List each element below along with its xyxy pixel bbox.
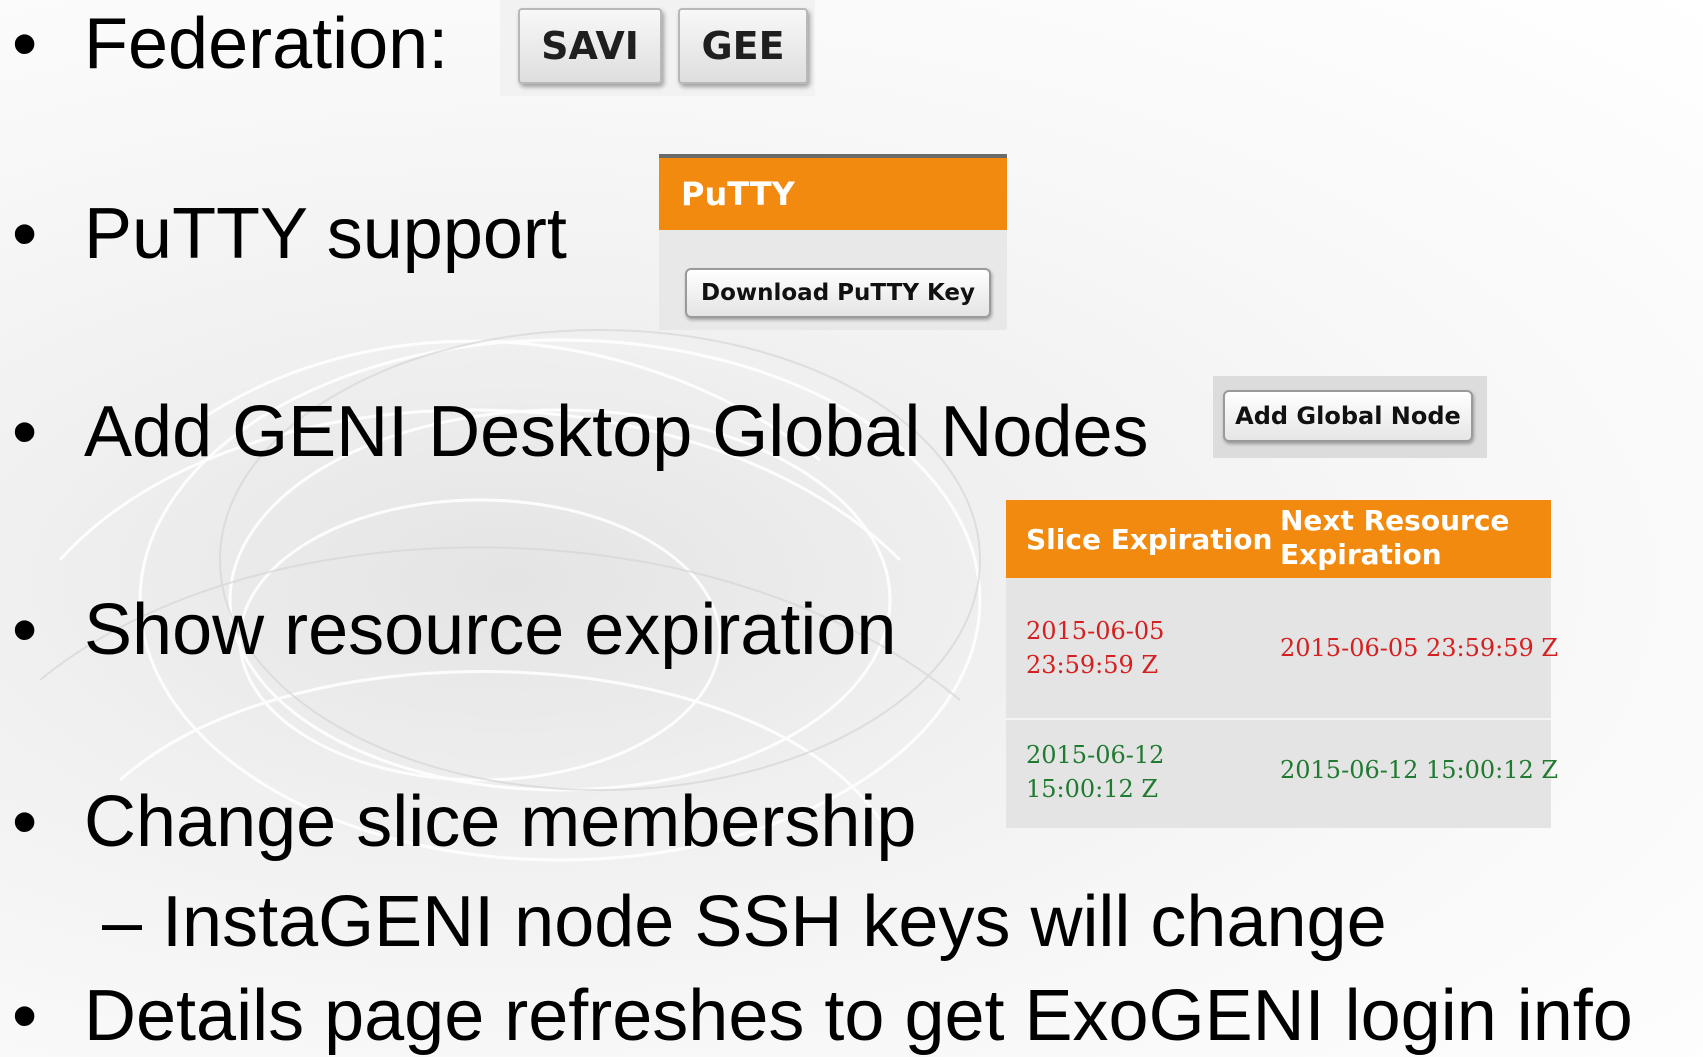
putty-panel-header: PuTTY (659, 154, 1007, 230)
bullet-text: Show resource expiration (84, 590, 897, 670)
bullet-glyph: • (12, 590, 38, 670)
bullet-glyph: • (12, 4, 38, 84)
putty-panel: PuTTY Download PuTTY Key (659, 154, 1007, 330)
bullet-membership: • Change slice membership (12, 786, 916, 858)
bullet-text: Change slice membership (84, 782, 917, 862)
savi-button[interactable]: SAVI (518, 8, 662, 84)
bullet-text: Details page refreshes to get ExoGENI lo… (84, 976, 1633, 1056)
slice-expiration-date: 2015-06-12 (1026, 741, 1165, 769)
bullet-text: Add GENI Desktop Global Nodes (84, 392, 1149, 472)
bullet-text: Federation: (84, 4, 449, 84)
bullet-putty: • PuTTY support (12, 198, 567, 270)
table-row: 2015-06-05 23:59:59 Z 2015-06-05 23:59:5… (1006, 580, 1558, 720)
next-resource-expiration-header: Next Resource Expiration (1280, 504, 1510, 571)
federation-button-group: SAVI GEE (500, 0, 815, 96)
slice-expiration-date: 2015-06-05 (1026, 617, 1165, 645)
bullet-details: • Details page refreshes to get ExoGENI l… (12, 980, 1633, 1052)
bullet-glyph: • (12, 976, 38, 1056)
download-putty-key-button[interactable]: Download PuTTY Key (685, 268, 991, 318)
slice-expiration-cell: 2015-06-12 15:00:12 Z (1026, 738, 1226, 806)
bullet-glyph: • (12, 782, 38, 862)
slice-expiration-time: 15:00:12 Z (1026, 775, 1159, 803)
bullet-glyph: • (12, 194, 38, 274)
bullet-expiration: • Show resource expiration (12, 594, 896, 666)
add-global-node-button[interactable]: Add Global Node (1223, 390, 1473, 442)
expiration-table: Slice Expiration Next Resource Expiratio… (1006, 500, 1558, 828)
slice-expiration-cell: 2015-06-05 23:59:59 Z (1026, 614, 1226, 682)
bullet-glyph: • (12, 392, 38, 472)
table-row: 2015-06-12 15:00:12 Z 2015-06-12 15:00:1… (1006, 720, 1558, 828)
global-node-toolbar: Add Global Node (1213, 376, 1487, 458)
resource-expiration-cell: 2015-06-12 15:00:12 Z (1280, 756, 1559, 784)
expiration-table-header: Slice Expiration Next Resource Expiratio… (1006, 500, 1551, 578)
bullet-federation: • Federation: (12, 8, 448, 80)
sub-bullet-ssh-keys: – InstaGENI node SSH keys will change (102, 882, 1387, 962)
bullet-text: PuTTY support (84, 194, 567, 274)
resource-expiration-cell: 2015-06-05 23:59:59 Z (1280, 634, 1559, 662)
gee-button[interactable]: GEE (678, 8, 808, 84)
slice-expiration-header: Slice Expiration (1026, 522, 1273, 556)
slice-expiration-time: 23:59:59 Z (1026, 651, 1159, 679)
bullet-global-nodes: • Add GENI Desktop Global Nodes (12, 396, 1149, 468)
